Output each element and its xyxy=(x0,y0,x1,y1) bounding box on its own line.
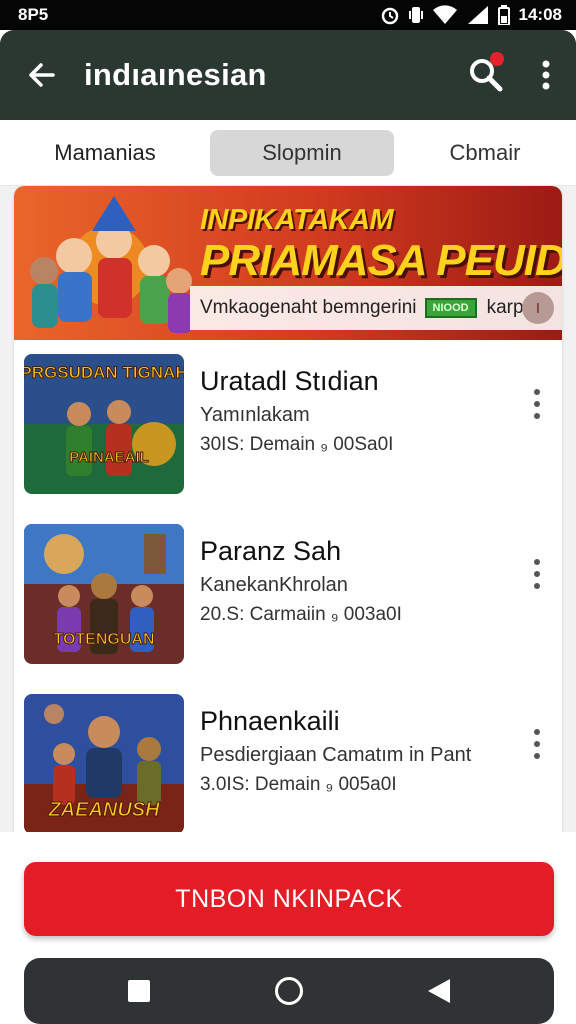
banner-heroes-illustration xyxy=(30,196,192,333)
alarm-icon xyxy=(381,7,398,25)
status-icons: 14:08 xyxy=(380,5,562,25)
promo-banner[interactable]: INPIKATAKAM PRIAMASA PEUID! Vmkaogenaht … xyxy=(14,186,562,340)
back-triangle-icon xyxy=(428,979,450,1003)
game-subtitle-2: KanekanKhrolan xyxy=(200,574,348,596)
game-thumb-title-3: ZAEANUSH xyxy=(47,799,160,821)
game-list-item-2[interactable]: TOTENGUAN Paranz Sah KanekanKhrolan 20.S… xyxy=(14,516,562,666)
game-meta-1: 30IS: Demain ₉ 00Sa0I xyxy=(200,434,394,455)
battery-icon xyxy=(497,5,510,25)
home-button[interactable] xyxy=(259,961,319,1021)
wifi-icon xyxy=(432,5,457,25)
game-title-1: Uratadl Stıdian xyxy=(200,366,379,396)
content-area: INPIKATAKAM PRIAMASA PEUID! Vmkaogenaht … xyxy=(0,186,576,832)
search-button[interactable] xyxy=(456,30,516,120)
banner-more-button[interactable]: I xyxy=(522,292,554,324)
home-circle-icon xyxy=(275,977,303,1005)
status-bar: 8P5 14:08 xyxy=(0,0,576,30)
game-title-3: Phnaenkaili xyxy=(200,706,340,736)
game-thumbnail-2: TOTENGUAN xyxy=(24,524,184,664)
status-time: 14:08 xyxy=(518,5,562,24)
recents-square-icon xyxy=(128,980,150,1002)
tab-3[interactable]: Cbmair xyxy=(394,130,576,176)
cta-area: TNBON NKINPACK xyxy=(0,832,576,950)
game-thumb-title-2: TOTENGUAN xyxy=(53,631,154,648)
tab-2-selected[interactable]: Slopmin xyxy=(210,129,394,176)
game-meta-2: 20.S: Carmaiin ₉ 003a0I xyxy=(200,604,402,625)
game-list-item-3[interactable]: ZAEANUSH Phnaenkaili Pesdiergiaan Camatı… xyxy=(14,686,562,832)
back-arrow-icon xyxy=(29,63,55,87)
game-thumb-title-1: PRGSUDAN TIGNAH xyxy=(24,363,184,382)
banner-subheadline: PRIAMASA PEUID! xyxy=(200,236,562,285)
game-subtitle-1: Yamınlakam xyxy=(200,404,310,426)
game-thumbnail-3: ZAEANUSH xyxy=(24,694,184,832)
app-title: indıaınesian xyxy=(84,57,267,92)
tab-1[interactable]: Mamanias xyxy=(0,130,210,176)
game-menu-button-2[interactable] xyxy=(522,552,552,596)
vibrate-icon xyxy=(408,7,423,23)
app-bar: indıaınesian xyxy=(0,30,576,120)
content-card: INPIKATAKAM PRIAMASA PEUID! Vmkaogenaht … xyxy=(14,186,562,832)
game-thumbnail-1: PRGSUDAN TIGNAH PAINAEAIL xyxy=(24,354,184,494)
signal-icon xyxy=(467,6,488,24)
game-meta-3: 3.0IS: Demain ₉ 005a0I xyxy=(200,774,397,795)
back-button[interactable] xyxy=(0,30,84,120)
banner-badge[interactable]: NIOOD xyxy=(424,298,477,318)
game-menu-button-1[interactable] xyxy=(522,382,552,426)
game-thumb-subtitle-1: PAINAEAIL xyxy=(69,449,149,466)
game-menu-button-3[interactable] xyxy=(522,722,552,766)
game-list-item-1[interactable]: PRGSUDAN TIGNAH PAINAEAIL Uratadl Stıdia… xyxy=(14,346,562,496)
status-left-text: 8P5 xyxy=(18,5,49,24)
banner-headline: INPIKATAKAM xyxy=(200,204,394,236)
nav-back-button[interactable] xyxy=(409,961,469,1021)
banner-strip-text: Vmkaogenaht bemngerini xyxy=(200,297,417,318)
primary-cta-button[interactable]: TNBON NKINPACK xyxy=(24,862,554,936)
banner-strip: Vmkaogenaht bemngerini NIOOD karpbi xyxy=(190,286,562,330)
more-options-button[interactable] xyxy=(516,30,576,120)
more-vert-icon xyxy=(542,60,550,90)
game-title-2: Paranz Sah xyxy=(200,536,342,566)
tab-bar: Mamanias Slopmin Cbmair xyxy=(0,120,576,186)
recents-button[interactable] xyxy=(109,961,169,1021)
notification-dot xyxy=(490,52,504,66)
system-nav-bar xyxy=(24,958,554,1024)
game-subtitle-3: Pesdiergiaan Camatım in Pant xyxy=(200,744,472,766)
